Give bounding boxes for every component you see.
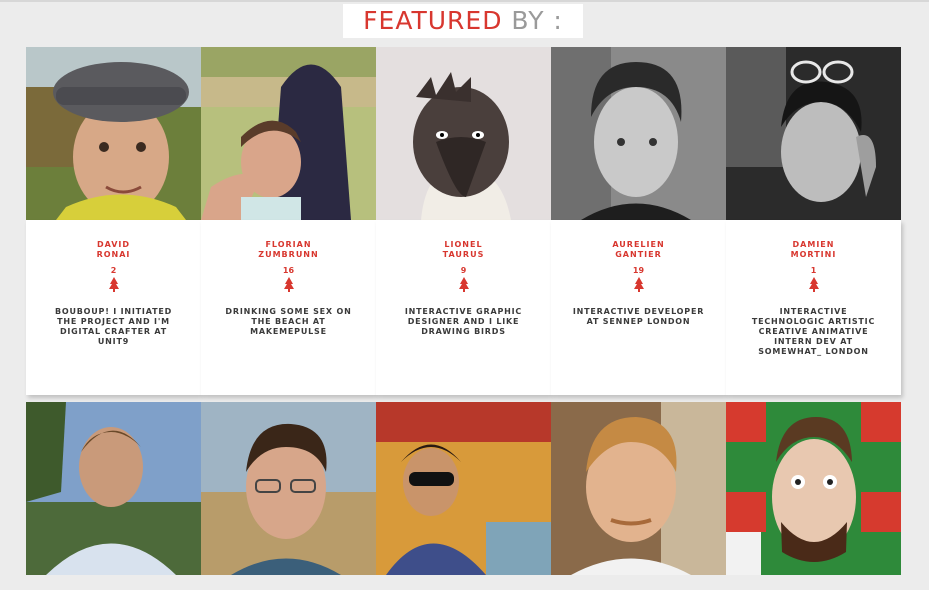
contributor-photo[interactable] <box>201 47 376 220</box>
contributor-name: DAVID RONAI <box>96 240 131 259</box>
contributor-photo[interactable] <box>26 402 201 575</box>
tree-icon <box>108 277 119 292</box>
contributor-count: 19 <box>632 266 645 275</box>
contributor-info: LIONEL TAURUS 9 INTERACTIVE GRAPHIC DESI… <box>376 220 551 395</box>
contributor-description: DRINKING SOME SEX ON THE BEACH AT MAKEME… <box>225 307 352 336</box>
contributor-description: INTERACTIVE TECHNOLOGIC ARTISTIC CREATIV… <box>751 307 876 356</box>
contributor-photo[interactable] <box>201 402 376 575</box>
contributor-photo[interactable] <box>376 47 551 220</box>
title-by: BY : <box>511 6 563 35</box>
contributor-card[interactable]: DAVID RONAI 2 BOUBOUP! I INITIATED THE P… <box>26 47 201 395</box>
contributor-info: DAMIEN MORTINI 1 INTERACTIVE TECHNOLOGIC… <box>726 220 901 395</box>
contributor-photo[interactable] <box>376 402 551 575</box>
contributor-count: 16 <box>282 266 295 275</box>
contributor-description: INTERACTIVE GRAPHIC DESIGNER AND I LIKE … <box>404 307 523 336</box>
tree-icon <box>808 277 819 292</box>
contributor-card[interactable] <box>551 402 726 575</box>
contributor-card[interactable]: AURELIEN GANTIER 19 INTERACTIVE DEVELOPE… <box>551 47 726 395</box>
contributor-card[interactable]: FLORIAN ZUMBRUNN 16 DRINKING SOME SEX ON… <box>201 47 376 395</box>
contributor-info: AURELIEN GANTIER 19 INTERACTIVE DEVELOPE… <box>551 220 726 395</box>
contributor-count: 1 <box>810 266 817 275</box>
contributor-card[interactable] <box>201 402 376 575</box>
contributor-photo[interactable] <box>726 402 901 575</box>
contributor-name: AURELIEN GANTIER <box>612 240 665 259</box>
contributor-photo[interactable] <box>26 47 201 220</box>
contributor-card[interactable] <box>376 402 551 575</box>
contributor-name: DAMIEN MORTINI <box>790 240 837 259</box>
contributor-count: 9 <box>460 266 467 275</box>
contributor-description: INTERACTIVE DEVELOPER AT SENNEP LONDON <box>572 307 705 326</box>
contributor-name: LIONEL TAURUS <box>442 240 485 259</box>
tree-icon <box>283 277 294 292</box>
tree-icon <box>633 277 644 292</box>
contributor-card[interactable]: LIONEL TAURUS 9 INTERACTIVE GRAPHIC DESI… <box>376 47 551 395</box>
contributor-photo[interactable] <box>551 402 726 575</box>
contributor-card[interactable] <box>26 402 201 575</box>
contributor-card[interactable]: DAMIEN MORTINI 1 INTERACTIVE TECHNOLOGIC… <box>726 47 901 395</box>
contributor-photo[interactable] <box>551 47 726 220</box>
contributor-card[interactable] <box>726 402 901 575</box>
tree-icon <box>458 277 469 292</box>
contributor-info: DAVID RONAI 2 BOUBOUP! I INITIATED THE P… <box>26 220 201 395</box>
title-featured: FEATURED <box>363 6 503 35</box>
contributor-count: 2 <box>110 266 117 275</box>
contributor-description: BOUBOUP! I INITIATED THE PROJECT AND I'M… <box>54 307 173 346</box>
contributor-name: FLORIAN ZUMBRUNN <box>258 240 319 259</box>
contributor-photo[interactable] <box>726 47 901 220</box>
page-title: FEATURED BY : <box>343 4 583 38</box>
contributor-info: FLORIAN ZUMBRUNN 16 DRINKING SOME SEX ON… <box>201 220 376 395</box>
top-divider <box>0 0 929 2</box>
